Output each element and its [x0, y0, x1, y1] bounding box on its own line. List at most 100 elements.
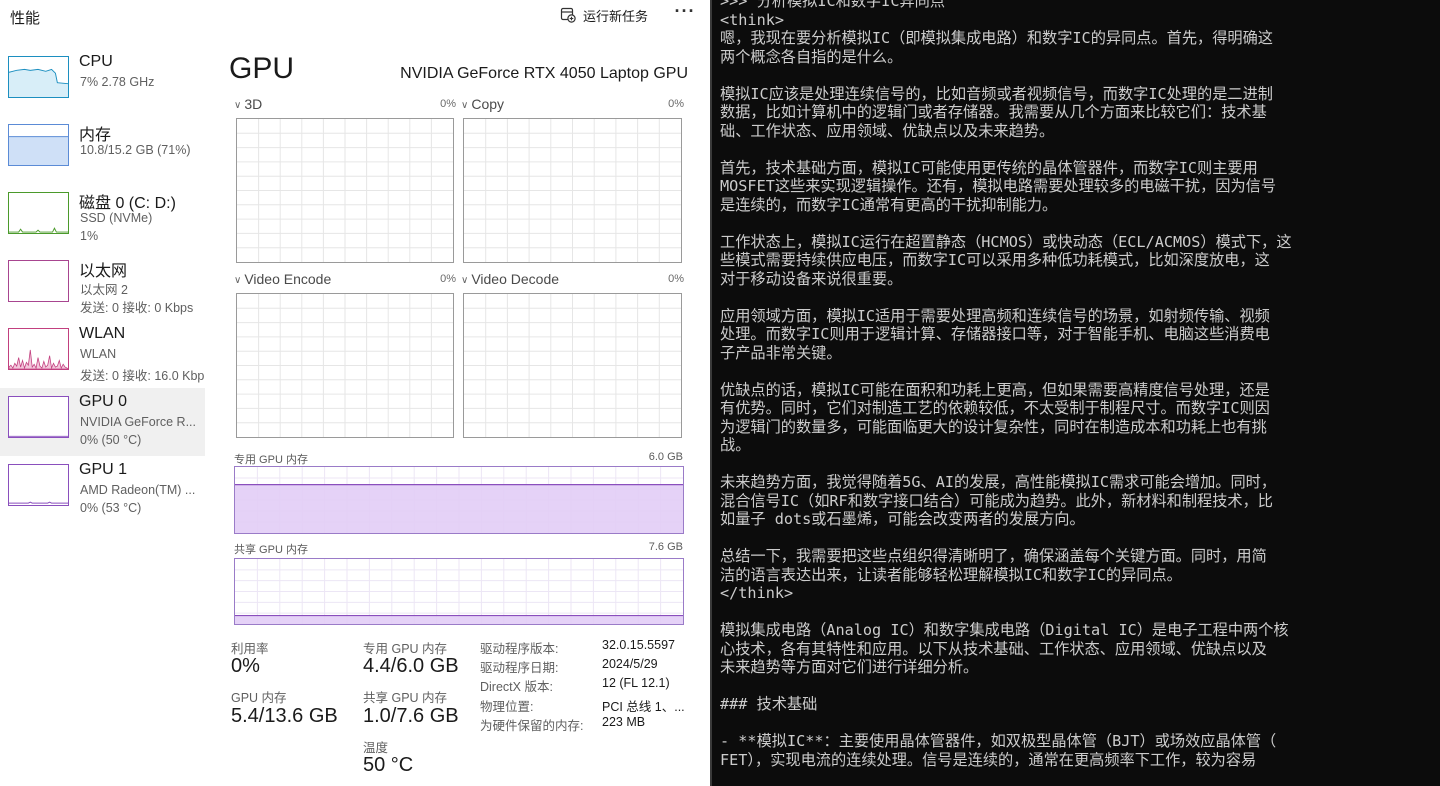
terminal-line: 首先，技术基础方面，模拟IC可能使用更传统的晶体管器件，而数字IC则主要用 — [720, 158, 1258, 177]
sidebar-item-detail: 0% (50 °C) — [80, 433, 142, 447]
sidebar-item-detail: 7% 2.78 GHz — [80, 75, 155, 89]
sidebar-item-ethernet[interactable]: 以太网以太网 2 发送: 0 接收: 0 Kbps — [0, 252, 205, 320]
sidebar-item-cpu[interactable]: CPU 7% 2.78 GHz — [0, 48, 205, 116]
terminal-line: 模拟IC应该是处理连续信号的，比如音频或者视频信号，而数字IC处理的是二进制 — [720, 84, 1273, 103]
thumbnail-chart — [9, 227, 68, 233]
terminal-line: 优缺点的话，模拟IC可能在面积和功耗上更高，但如果需要高精度信号处理，还是 — [720, 380, 1270, 399]
sidebar-item-name: 以太网 — [79, 263, 128, 280]
chevron-down-icon: ∨ — [461, 275, 469, 286]
chevron-down-icon: ∨ — [234, 100, 242, 111]
sidebar-item-gpu0[interactable]: GPU 0 NVIDIA GeForce R... 0% (50 °C) — [0, 388, 205, 456]
terminal-line: 为逻辑门的数量多，可能面临更大的设计复杂性，同时在制造成本和功耗上也有挑 — [720, 417, 1267, 436]
engine-pct: 0% — [440, 98, 456, 110]
thumbnail-chart — [9, 68, 68, 97]
engine-label: 3D — [244, 96, 263, 112]
engine-graph-3d — [236, 118, 454, 263]
thumbnail-graph — [8, 192, 69, 234]
dedicated-memory-stat-value: 4.4/6.0 GB — [363, 655, 459, 677]
task-manager-window: 性能 运行新任务 ··· CPU 7% 2.78 GHz 内存 10.8/15.2 G… — [0, 0, 710, 786]
thumbnail-graph — [8, 396, 69, 438]
terminal-line: >>> 分析模拟IC和数字IC异同点 — [720, 0, 946, 10]
terminal-line: 应用领域方面，模拟IC适用于需要处理高频和连续信号的场景，如射频传输、视频 — [720, 306, 1270, 325]
engine-label: Copy — [471, 96, 505, 112]
terminal-line: 心技术，各有其特性和应用。以下从技术基础、工作状态、应用领域、优缺点以及 — [720, 639, 1267, 658]
engine-pct: 0% — [668, 98, 684, 110]
dedicated-memory-graph — [234, 466, 684, 534]
thumbnail-chart — [9, 136, 68, 165]
run-task-label: 运行新任务 — [583, 8, 649, 24]
property-key: 驱动程序日期: — [480, 661, 559, 676]
terminal-line: 础、工作状态、应用领域、优缺点以及未来趋势。 — [720, 121, 1055, 140]
engine-grid — [464, 119, 681, 262]
property-value: 2024/5/29 — [602, 657, 658, 672]
sidebar-item-name: 内存 — [79, 127, 112, 144]
shared-memory-chart — [235, 559, 683, 624]
terminal-line: 嗯，我现在要分析模拟IC（即模拟集成电路）和数字IC的异同点。首先，得明确这 — [720, 29, 1273, 47]
sidebar-item-memory[interactable]: 内存 10.8/15.2 GB (71%) — [0, 116, 205, 184]
engine-selector-video-decode[interactable]: ∨ Video Decode — [461, 271, 559, 287]
gpu-memory-value: 5.4/13.6 GB — [231, 705, 338, 727]
sidebar-item-detail: 发送: 0 接收: 0 Kbps — [80, 301, 194, 315]
run-task-icon — [560, 7, 576, 23]
thumbnail-graph — [8, 260, 69, 302]
shared-memory-max: 7.6 GB — [648, 541, 683, 553]
sidebar-item-name: 磁盘 0 (C: D:) — [79, 195, 176, 212]
property-key: 驱动程序版本: — [480, 642, 559, 656]
thumbnail-graph — [8, 464, 69, 506]
sidebar-item-detail: 以太网 2 — [80, 283, 128, 297]
sidebar-item-wlan[interactable]: WLAN WLAN 发送: 0 接收: 16.0 Kbp — [0, 320, 205, 388]
terminal-line: 是连续的，而数字IC通常有更高的干扰抑制能力。 — [720, 195, 1058, 214]
terminal-line: 总结一下，我需要把这些点组织得清晰明了，确保涵盖每个关键方面。同时，用简 — [720, 547, 1267, 565]
gpu-detail-panel: GPU NVIDIA GeForce RTX 4050 Laptop GPU ∨… — [218, 48, 698, 786]
engine-label: Video Encode — [244, 271, 332, 287]
chevron-down-icon: ∨ — [234, 275, 242, 286]
sidebar-item-disk[interactable]: 磁盘 0 (C: D:) SSD (NVMe) 1% — [0, 184, 205, 252]
terminal-line: 战。 — [720, 436, 751, 454]
sidebar-item-gpu1[interactable]: GPU 1 AMD Radeon(TM) ... 0% (53 °C) — [0, 456, 205, 524]
dedicated-memory-max: 6.0 GB — [648, 451, 683, 463]
sidebar-item-detail: NVIDIA GeForce R... — [80, 415, 197, 429]
engine-graph-video-decode — [463, 293, 682, 438]
dedicated-memory-label: 专用 GPU 内存 — [234, 454, 308, 466]
terminal-line: FET），实现电流的连续处理。信号是连续的，通常在更高频率下工作，较为容易 — [720, 750, 1257, 769]
thumbnail-chart — [9, 261, 68, 301]
property-key: 为硬件保留的内存: — [480, 718, 584, 733]
thumbnail-chart — [9, 435, 68, 437]
engine-pct: 0% — [668, 273, 684, 285]
sidebar-item-name: GPU 1 — [79, 461, 128, 478]
terminal-line: 些模式需要持续供应电压，而数字IC可以采用多种低功耗模式，比如深度放电，这 — [720, 251, 1270, 269]
page-title: 性能 — [10, 10, 41, 27]
engine-graph-copy — [463, 118, 682, 263]
sidebar-item-detail: AMD Radeon(TM) ... — [80, 483, 196, 497]
engine-selector-3d[interactable]: ∨ 3D — [234, 96, 262, 112]
gpu-heading: GPU — [229, 52, 295, 85]
terminal-line: MOSFET这些来实现逻辑操作。还有，模拟电路需要处理较多的电磁干扰，因为信号 — [720, 177, 1277, 195]
engine-grid — [464, 294, 681, 437]
terminal-line: 处理。而数字IC则用于逻辑计算、存储器接口等，对于智能手机、电脑这些消费电 — [720, 325, 1270, 343]
run-new-task-button[interactable]: 运行新任务 — [560, 5, 648, 25]
engine-selector-copy[interactable]: ∨ Copy — [461, 96, 504, 112]
chevron-down-icon: ∨ — [461, 100, 469, 111]
sidebar-item-detail: 10.8/15.2 GB (71%) — [80, 143, 191, 157]
gpu-memory-label: GPU 内存 — [231, 691, 287, 705]
sidebar-item-detail: 0% (53 °C) — [80, 501, 142, 515]
engine-selector-video-encode[interactable]: ∨ Video Encode — [234, 271, 331, 287]
engine-graph-video-encode — [236, 293, 454, 438]
title-bar: 性能 运行新任务 ··· — [0, 0, 710, 40]
utilization-value: 0% — [231, 655, 260, 677]
terminal-window[interactable]: >>> 分析模拟IC和数字IC异同点 <think> 嗯，我现在要分析模拟IC（即模… — [710, 0, 1440, 786]
terminal-output: >>> 分析模拟IC和数字IC异同点 <think> 嗯，我现在要分析模拟IC（即模… — [720, 0, 1420, 769]
sidebar-item-detail: 1% — [80, 229, 99, 243]
terminal-line: <think> — [720, 10, 785, 29]
terminal-line: 模拟集成电路（Analog IC）和数字集成电路（Digital IC）是电子工… — [720, 621, 1289, 639]
more-options-button[interactable]: ··· — [670, 2, 700, 26]
